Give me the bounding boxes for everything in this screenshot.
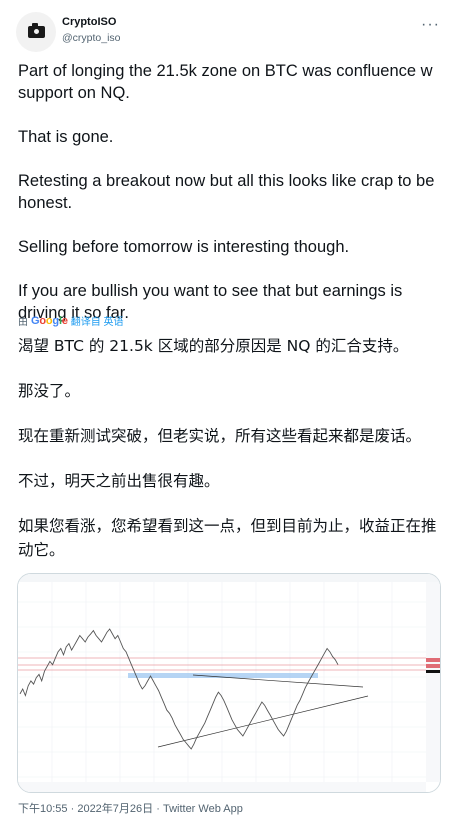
price-label-current [426, 670, 440, 673]
translated-paragraph: 不过，明天之前出售很有趣。 [18, 472, 220, 490]
tweet-paragraph: That is gone. [18, 128, 114, 146]
chart-toolbar [18, 574, 440, 582]
translated-paragraph: 渴望 BTC 的 21.5k 区域的部分原因是 NQ 的汇合支持。 [18, 337, 409, 355]
tweet-source[interactable]: Twitter Web App [163, 803, 243, 815]
price-label-red [426, 658, 440, 662]
translated-paragraph: 现在重新测试突破，但老实说，所有这些看起来都是废话。 [18, 427, 422, 445]
translated-paragraph: 那没了。 [18, 382, 81, 400]
translation-attribution: 由 Google 翻译自 英语 [18, 313, 124, 329]
time-axis [18, 782, 426, 792]
translation-source-link[interactable]: 翻译自 英语 [71, 313, 124, 328]
tweet-date[interactable]: 2022年7月26日 [77, 803, 153, 815]
translation-by-label: 由 [18, 317, 28, 328]
price-label-red [426, 664, 440, 668]
tweet-paragraph: Retesting a breakout now but all this lo… [18, 172, 435, 212]
separator: · [70, 803, 75, 815]
tweet-page: CryptoISO @crypto_iso ··· Part of longin… [0, 0, 454, 832]
tweet-header: CryptoISO @crypto_iso ··· [16, 10, 440, 52]
price-chart [18, 574, 440, 792]
tweet-paragraph: Selling before tomorrow is interesting t… [18, 238, 350, 256]
price-axis [426, 582, 440, 782]
author-handle[interactable]: @crypto_iso [62, 32, 121, 44]
camera-icon [27, 23, 45, 38]
separator: · [156, 803, 160, 815]
translated-paragraph: 如果您看涨，您希望看到这一点，但到目前为止，收益正在推动它。 [18, 517, 437, 559]
google-logo: Google [31, 314, 68, 327]
tweet-text: Part of longing the 21.5k zone on BTC wa… [18, 60, 438, 324]
avatar[interactable] [16, 12, 56, 52]
chart-image[interactable] [17, 573, 441, 793]
translated-text: 渴望 BTC 的 21.5k 区域的部分原因是 NQ 的汇合支持。 那没了。 现… [18, 334, 438, 583]
author-name[interactable]: CryptoISO [62, 16, 116, 28]
more-icon[interactable]: ··· [421, 16, 440, 34]
tweet-metadata: 下午10:55 · 2022年7月26日 · Twitter Web App [18, 800, 243, 816]
tweet-time[interactable]: 下午10:55 [18, 803, 68, 815]
tweet-paragraph: Part of longing the 21.5k zone on BTC wa… [18, 62, 433, 102]
